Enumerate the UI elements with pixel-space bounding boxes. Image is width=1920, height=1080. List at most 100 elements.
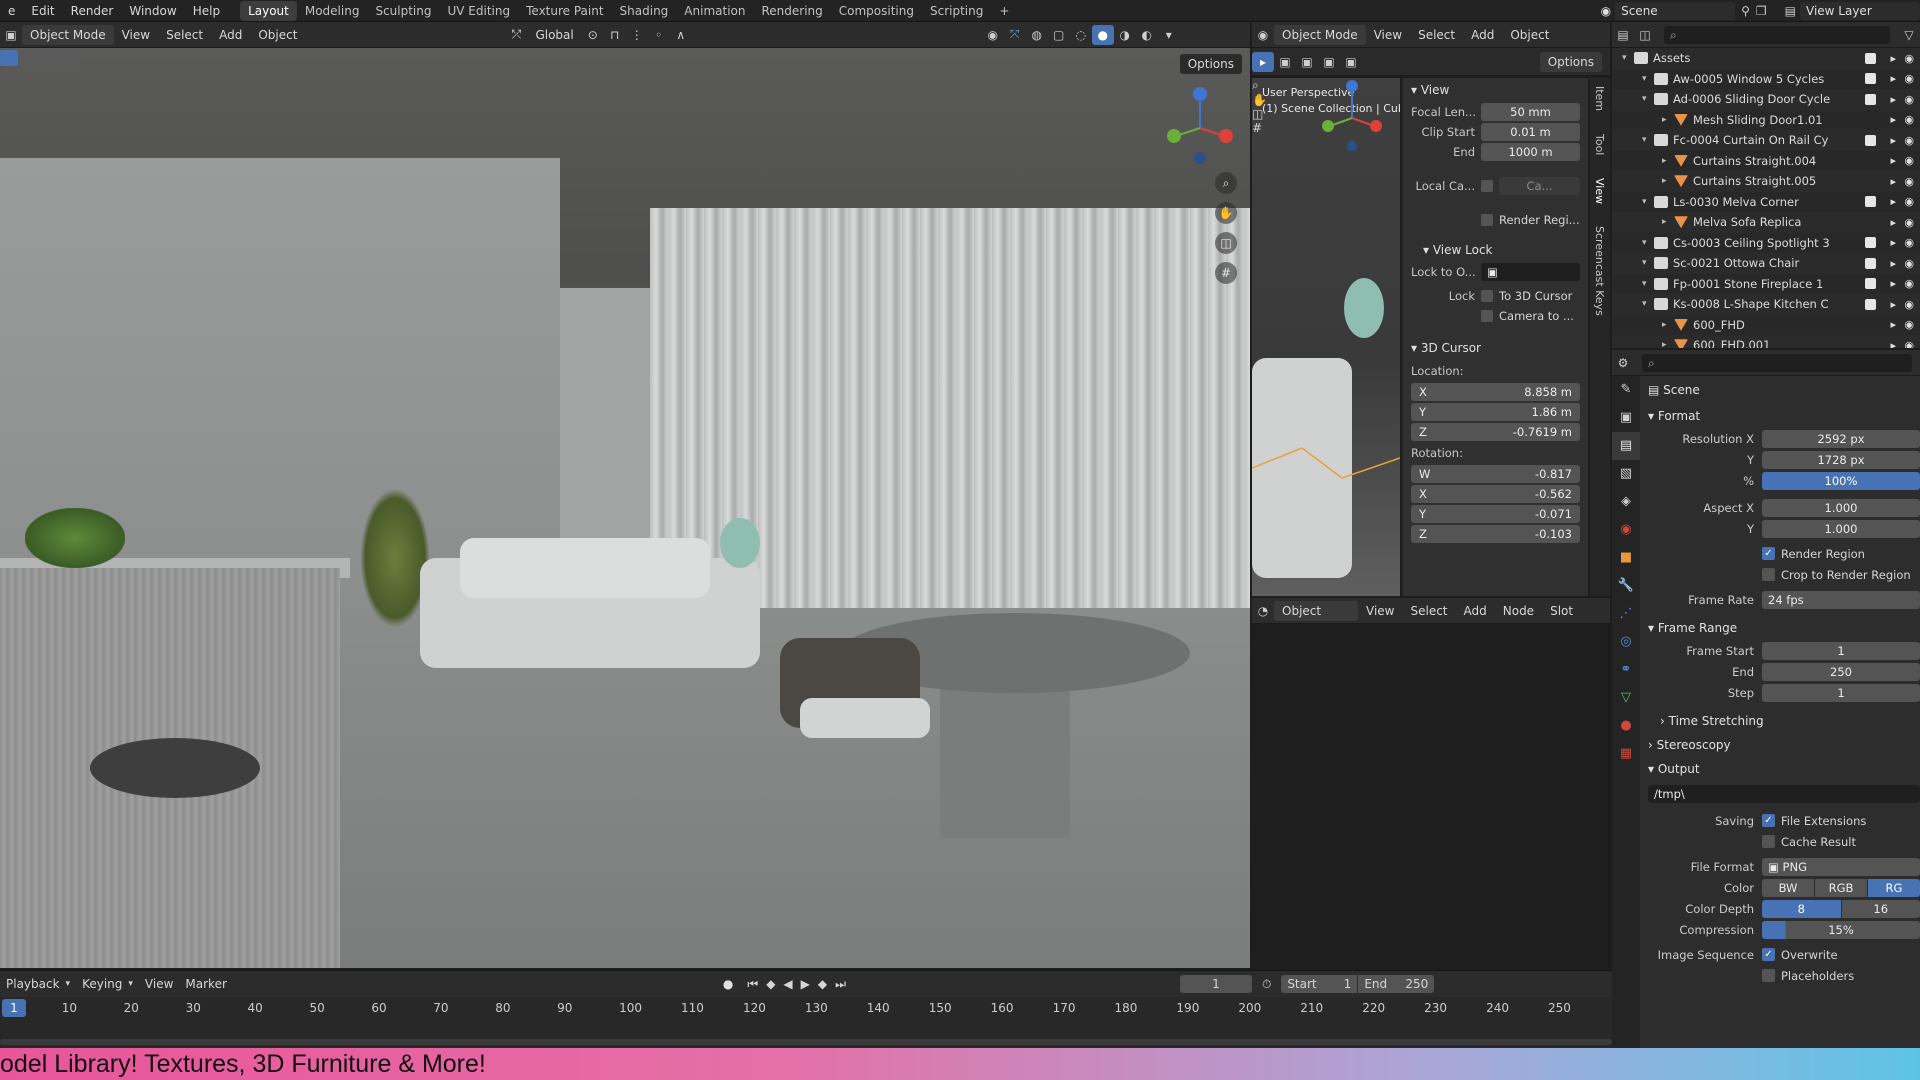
select-extend-icon[interactable]: ▣ <box>1296 52 1318 72</box>
menu-select[interactable]: Select <box>1402 601 1455 621</box>
exclude-checkbox-icon[interactable] <box>1865 298 1876 310</box>
resolution-x-field[interactable]: 2592 px <box>1762 429 1920 448</box>
file-extensions-checkbox[interactable]: ✓ <box>1762 814 1775 827</box>
view-layer-icon[interactable]: ▤ <box>1785 4 1796 18</box>
eye-icon[interactable]: ◉ <box>1904 216 1914 229</box>
selectable-icon[interactable]: ▸ <box>1890 216 1896 229</box>
eye-icon[interactable]: ◉ <box>1904 339 1914 348</box>
tab-view[interactable]: View <box>1593 178 1606 204</box>
clip-end-field[interactable]: 1000 m <box>1481 143 1580 161</box>
output-tab-icon[interactable]: ▤ <box>1612 432 1640 460</box>
camera-view-icon[interactable]: ◫ <box>1215 232 1237 254</box>
xray-icon[interactable]: ▢ <box>1048 25 1070 45</box>
outliner-search-input[interactable]: ⌕ <box>1664 25 1890 44</box>
selectable-icon[interactable]: ▸ <box>1890 236 1896 249</box>
outliner-item[interactable]: ▾ Assets ▸ ◉ <box>1612 48 1920 69</box>
eye-icon[interactable]: ◉ <box>1904 154 1914 167</box>
keying-menu[interactable]: Keying <box>76 977 128 991</box>
outliner-item[interactable]: ▾ Fc-0004 Curtain On Rail Cy ▸ ◉ <box>1612 130 1920 151</box>
camera-to-view-checkbox[interactable] <box>1481 310 1493 322</box>
cursor-rot-w-field[interactable]: W -0.817 <box>1411 465 1580 483</box>
expand-arrow-icon[interactable]: ▸ <box>1662 115 1674 125</box>
tab-sculpting[interactable]: Sculpting <box>367 1 439 21</box>
exclude-checkbox-icon[interactable] <box>1865 73 1876 85</box>
view-menu[interactable]: View <box>139 977 179 991</box>
physics-tab-icon[interactable]: ◎ <box>1612 628 1640 656</box>
start-frame-field[interactable]: Start 1 <box>1281 975 1358 993</box>
selection-mode-icons[interactable] <box>0 50 78 66</box>
menu-file[interactable]: e <box>0 4 23 18</box>
selectable-icon[interactable]: ▸ <box>1890 134 1896 147</box>
tab-layout[interactable]: Layout <box>240 0 297 21</box>
view-section-header[interactable]: ▾ View <box>1403 78 1588 102</box>
slot-dropdown[interactable]: Slot <box>1542 601 1581 621</box>
current-frame-field[interactable]: 1 <box>1179 975 1252 993</box>
material-shading-icon[interactable]: ◑ <box>1114 25 1136 45</box>
playback-menu[interactable]: Playback <box>0 977 66 991</box>
pivot-icon[interactable]: ⊙ <box>582 25 604 45</box>
tab-scripting[interactable]: Scripting <box>922 1 991 21</box>
collapse-arrow-icon[interactable]: ▾ <box>1642 197 1654 207</box>
outliner-item[interactable]: ▸ Melva Sofa Replica ▸ ◉ <box>1612 212 1920 233</box>
rendered-shading-icon[interactable]: ◐ <box>1136 25 1158 45</box>
texture-tab-icon[interactable]: ▦ <box>1612 740 1640 768</box>
to-3d-cursor-checkbox[interactable] <box>1481 290 1493 302</box>
cursor-rot-x-field[interactable]: X -0.562 <box>1411 485 1580 503</box>
pin-icon[interactable]: ⚲ <box>1741 4 1750 18</box>
eye-icon[interactable]: ◉ <box>1904 72 1914 85</box>
tab-shading[interactable]: Shading <box>612 1 677 21</box>
aspect-x-field[interactable]: 1.000 <box>1762 498 1920 517</box>
cursor-loc-y-field[interactable]: Y 1.86 m <box>1411 403 1580 421</box>
collapse-arrow-icon[interactable]: ▾ <box>1642 299 1654 309</box>
modifier-tab-icon[interactable]: 🔧 <box>1612 572 1640 600</box>
frame-step-field[interactable]: 1 <box>1762 683 1920 702</box>
filter-icon[interactable]: ▽ <box>1898 25 1920 45</box>
menu-window[interactable]: Window <box>121 4 184 18</box>
eye-icon[interactable]: ◉ <box>1904 318 1914 331</box>
focal-length-field[interactable]: 50 mm <box>1481 103 1580 121</box>
outliner-item[interactable]: ▸ Curtains Straight.005 ▸ ◉ <box>1612 171 1920 192</box>
file-format-dropdown[interactable]: ▣ PNG <box>1762 857 1920 876</box>
eye-icon[interactable]: ◉ <box>1904 195 1914 208</box>
menu-node[interactable]: Node <box>1495 601 1542 621</box>
stereoscopy-header[interactable]: › Stereoscopy <box>1642 733 1920 757</box>
outliner-item[interactable]: ▾ Ls-0030 Melva Corner ▸ ◉ <box>1612 192 1920 213</box>
constraints-tab-icon[interactable]: ⚭ <box>1612 656 1640 684</box>
play-reverse-icon[interactable]: ◀ <box>783 977 792 991</box>
selectable-icon[interactable]: ▸ <box>1890 195 1896 208</box>
tab-rendering[interactable]: Rendering <box>753 1 830 21</box>
transform-orientation-dropdown[interactable]: Global <box>527 25 581 45</box>
scene-tab-icon[interactable]: ◈ <box>1612 488 1640 516</box>
outliner-item[interactable]: ▾ Ad-0006 Sliding Door Cycle ▸ ◉ <box>1612 89 1920 110</box>
visibility-icon[interactable]: ◉ <box>982 25 1004 45</box>
select-invert-icon[interactable] <box>60 50 78 66</box>
transform-orientation-icon[interactable]: ⤱ <box>505 25 527 45</box>
color-bw-button[interactable]: BW <box>1762 878 1814 897</box>
eye-icon[interactable]: ◉ <box>1904 134 1914 147</box>
expand-arrow-icon[interactable]: ▸ <box>1662 320 1674 330</box>
collapse-arrow-icon[interactable]: ▾ <box>1642 258 1654 268</box>
expand-arrow-icon[interactable]: ▸ <box>1662 176 1674 186</box>
menu-help[interactable]: Help <box>185 4 228 18</box>
selectable-icon[interactable]: ▸ <box>1890 339 1896 348</box>
lock-to-object-field[interactable]: ▣ <box>1481 263 1580 281</box>
outliner-item[interactable]: ▸ 600_FHD.001 ▸ ◉ <box>1612 335 1920 348</box>
outliner-item[interactable]: ▾ Sc-0021 Ottowa Chair ▸ ◉ <box>1612 253 1920 274</box>
select-subtract-icon[interactable]: ▣ <box>1318 52 1340 72</box>
eye-icon[interactable]: ◉ <box>1904 298 1914 311</box>
frame-rate-dropdown[interactable]: 24 fps <box>1762 590 1920 609</box>
frame-range-section-header[interactable]: ▾ Frame Range <box>1642 616 1920 640</box>
wireframe-shading-icon[interactable]: ◌ <box>1070 25 1092 45</box>
select-tool-icon[interactable]: ▸ <box>1252 51 1274 72</box>
collapse-arrow-icon[interactable]: ▾ <box>1642 279 1654 289</box>
solid-shading-icon[interactable]: ● <box>1091 24 1114 45</box>
tool-tab-icon[interactable]: ✎ <box>1612 376 1640 404</box>
eye-icon[interactable]: ◉ <box>1904 113 1914 126</box>
jump-start-icon[interactable]: ⏮ <box>747 977 758 992</box>
menu-select[interactable]: Select <box>158 25 211 45</box>
view-lock-header[interactable]: ▾ View Lock <box>1403 238 1588 262</box>
expand-arrow-icon[interactable]: ▸ <box>1662 156 1674 166</box>
eye-icon[interactable]: ◉ <box>1904 175 1914 188</box>
selectable-icon[interactable]: ▸ <box>1890 257 1896 270</box>
world-tab-icon[interactable]: ◉ <box>1612 516 1640 544</box>
